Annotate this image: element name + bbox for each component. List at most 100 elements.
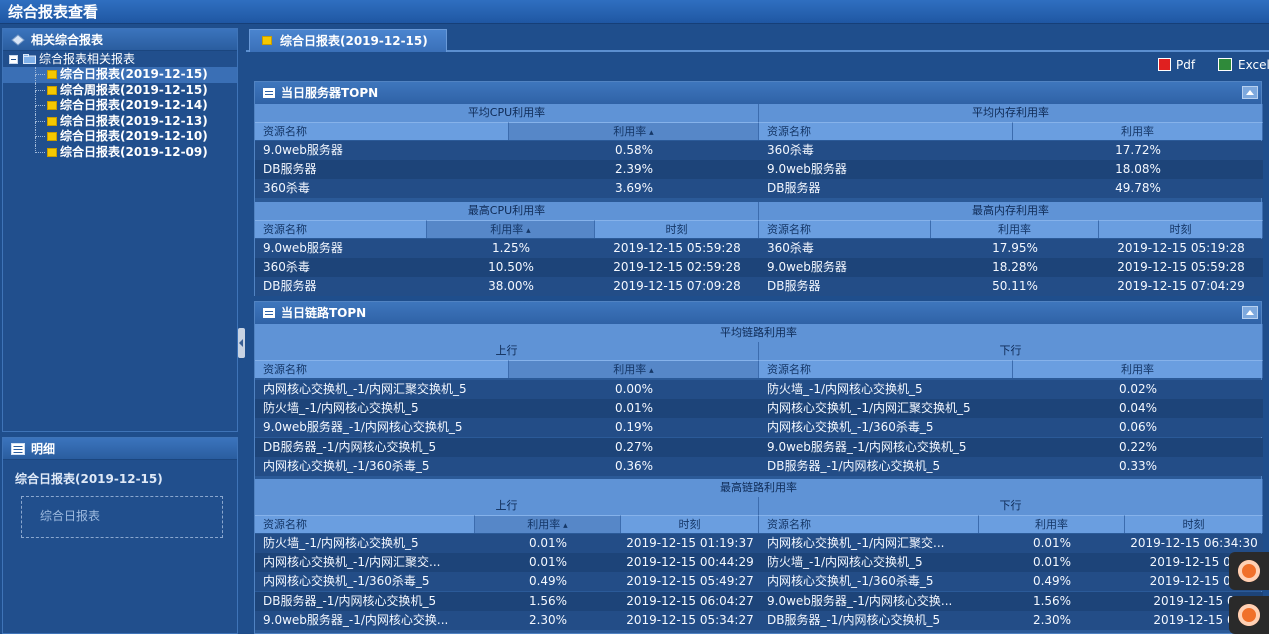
tree-root[interactable]: 综合报表相关报表 <box>3 51 237 67</box>
tree-item-report[interactable]: 综合日报表(2019-12-15) <box>3 67 237 83</box>
table-row[interactable]: 9.0web服务器 1.25% 2019-12-15 05:59:28 <box>255 239 759 258</box>
report-icon <box>47 116 57 126</box>
table-cell: 2019-12-15 00:44:29 <box>626 555 754 570</box>
tree-item-label: 综合日报表(2019-12-14) <box>60 98 208 113</box>
column-header[interactable]: 资源名称 <box>255 360 509 378</box>
table-row[interactable]: 内网核心交换机_-1/360杀毒_5 0.06% <box>759 418 1263 438</box>
table-cell: 1.25% <box>491 241 531 255</box>
column-header[interactable]: 时刻 <box>595 220 759 238</box>
table-row[interactable]: 防火墙_-1/内网核心交换机_5 0.02% <box>759 380 1263 399</box>
group-header: 下行 <box>759 497 1263 515</box>
table-row[interactable]: 防火墙_-1/内网核心交换机_5 0.01% 2019-12-15 01:19:37 <box>255 534 759 553</box>
collapse-section-button[interactable] <box>1242 306 1258 319</box>
table-row[interactable]: 9.0web服务器_-1/内网核心交换机_5 0.22% <box>759 437 1263 457</box>
table-cell: 9.0web服务器_-1/内网核心交换... <box>263 612 449 627</box>
collapse-icon[interactable] <box>9 55 18 64</box>
table-row[interactable]: 内网核心交换机_-1/360杀毒_5 0.49% 2019-12-15 05:49:… <box>255 572 759 592</box>
table-cell: 9.0web服务器_-1/内网核心交换机_5 <box>263 420 463 435</box>
column-header[interactable]: 资源名称 <box>255 515 475 533</box>
table-cell: 0.36% <box>614 458 654 473</box>
export-excel-button[interactable]: Excel <box>1218 57 1269 73</box>
detail-header: 明细 <box>3 438 237 460</box>
assistant-icon[interactable] <box>1229 552 1269 590</box>
column-header[interactable]: 时刻 <box>1125 515 1263 533</box>
collapse-section-button[interactable] <box>1242 86 1258 99</box>
column-header[interactable]: 利用率 <box>1013 360 1263 378</box>
column-header[interactable]: 利用率 <box>509 122 759 140</box>
table-cell: 0.27% <box>614 439 654 454</box>
tree-item-label: 综合周报表(2019-12-15) <box>60 82 208 97</box>
column-header[interactable]: 时刻 <box>1099 220 1263 238</box>
table-row[interactable]: 内网核心交换机_-1/360杀毒_5 0.36% <box>255 456 759 476</box>
table-cell: 2019-12-15 06:34:30 <box>1130 536 1258 550</box>
table-row[interactable]: 内网核心交换机_-1/内网汇聚交... 0.01% 2019-12-15 06:34… <box>759 534 1263 553</box>
table-cell: DB服务器_-1/内网核心交换机_5 <box>767 458 941 473</box>
export-pdf-button[interactable]: Pdf <box>1158 57 1206 73</box>
table-row[interactable]: 内网核心交换机_-1/内网汇聚交... 0.01% 2019-12-15 00:44… <box>255 553 759 573</box>
table-row[interactable]: 360杀毒 10.50% 2019-12-15 02:59:28 <box>255 258 759 278</box>
table-row[interactable]: 内网核心交换机_-1/360杀毒_5 0.49% 2019-12-15 06 <box>759 572 1263 592</box>
column-header[interactable]: 利用率 <box>427 220 595 238</box>
column-header[interactable]: 利用率 <box>1013 122 1263 140</box>
table-row[interactable]: 9.0web服务器 18.28% 2019-12-15 05:59:28 <box>759 258 1263 278</box>
group-header: 最高链路利用率 <box>255 479 1263 497</box>
table-cell: 2019-12-15 07:04:29 <box>1117 279 1245 294</box>
column-header[interactable]: 利用率 <box>979 515 1125 533</box>
table-row[interactable]: DB服务器 50.11% 2019-12-15 07:04:29 <box>759 277 1263 297</box>
table-cell: 0.01% <box>1032 555 1072 570</box>
collapse-sidebar-handle[interactable] <box>238 328 245 358</box>
table-row[interactable]: 防火墙_-1/内网核心交换机_5 0.01% <box>255 399 759 419</box>
table-row[interactable]: DB服务器 2.39% <box>255 160 759 180</box>
table-cell: 内网核心交换机_-1/360杀毒_5 <box>263 574 430 589</box>
table-row[interactable]: 9.0web服务器_-1/内网核心交换... 2.30% 2019-12-15 05… <box>255 610 759 630</box>
table-row[interactable]: DB服务器_-1/内网核心交换机_5 0.33% <box>759 456 1263 476</box>
tree-root-label: 综合报表相关报表 <box>39 52 136 66</box>
column-header[interactable]: 资源名称 <box>759 515 979 533</box>
table-cell: 内网核心交换机_-1/内网汇聚交换机_5 <box>767 401 971 416</box>
table-row[interactable]: DB服务器 38.00% 2019-12-15 07:09:28 <box>255 277 759 297</box>
table-row[interactable]: 360杀毒 17.72% <box>759 141 1263 160</box>
table-row[interactable]: 内网核心交换机_-1/内网汇聚交换机_5 0.04% <box>759 399 1263 419</box>
table-row[interactable]: 9.0web服务器_-1/内网核心交换... 1.56% 2019-12-15 0 <box>759 591 1263 611</box>
table-row[interactable]: 360杀毒 17.95% 2019-12-15 05:19:28 <box>759 239 1263 258</box>
table-cell: 内网核心交换机_-1/内网汇聚交... <box>767 536 945 550</box>
column-header[interactable]: 利用率 <box>931 220 1099 238</box>
tree-item-report[interactable]: 综合周报表(2019-12-15) <box>3 82 237 99</box>
table-cell: 17.95% <box>992 241 1038 255</box>
detail-report-link[interactable]: 综合日报表 <box>21 496 223 538</box>
column-header[interactable]: 资源名称 <box>759 220 931 238</box>
tree-item-report[interactable]: 综合日报表(2019-12-14) <box>3 98 237 115</box>
column-header[interactable]: 时刻 <box>621 515 759 533</box>
column-header[interactable]: 资源名称 <box>255 220 427 238</box>
tree-item-report[interactable]: 综合日报表(2019-12-09) <box>3 144 237 161</box>
report-icon <box>47 132 57 142</box>
table-row[interactable]: 360杀毒 3.69% <box>255 179 759 199</box>
table-cell: 9.0web服务器 <box>767 162 847 177</box>
table-row[interactable]: DB服务器_-1/内网核心交换机_5 1.56% 2019-12-15 06:04:… <box>255 591 759 611</box>
table-row[interactable]: 9.0web服务器_-1/内网核心交换机_5 0.19% <box>255 418 759 438</box>
column-header[interactable]: 利用率 <box>475 515 621 533</box>
table-row[interactable]: DB服务器 49.78% <box>759 179 1263 199</box>
link-topn-title: 当日链路TOPN <box>281 306 367 320</box>
tree-item-report[interactable]: 综合日报表(2019-12-13) <box>3 113 237 130</box>
assistant-icon[interactable] <box>1229 596 1269 634</box>
table-row[interactable]: 防火墙_-1/内网核心交换机_5 0.01% 2019-12-15 00 <box>759 553 1263 573</box>
table-cell: 0.01% <box>1032 536 1072 550</box>
table-row[interactable]: 9.0web服务器 0.58% <box>255 141 759 160</box>
table-cell: 0.58% <box>614 143 654 157</box>
table-row[interactable]: DB服务器_-1/内网核心交换机_5 2.30% 2019-12-15 0 <box>759 610 1263 630</box>
table-row[interactable]: 内网核心交换机_-1/内网汇聚交换机_5 0.00% <box>255 380 759 399</box>
tree-connector <box>35 144 45 153</box>
table-row[interactable]: 9.0web服务器 18.08% <box>759 160 1263 180</box>
column-header[interactable]: 资源名称 <box>759 122 1013 140</box>
column-header[interactable]: 利用率 <box>509 360 759 378</box>
group-header: 上行 <box>255 342 759 360</box>
tab-daily-report[interactable]: 综合日报表(2019-12-15) <box>249 29 447 52</box>
tree-item-report[interactable]: 综合日报表(2019-12-10) <box>3 129 237 146</box>
toolbar: Pdf Excel <box>246 54 1269 76</box>
column-header[interactable]: 资源名称 <box>255 122 509 140</box>
column-header[interactable]: 资源名称 <box>759 360 1013 378</box>
table-row[interactable]: DB服务器_-1/内网核心交换机_5 0.27% <box>255 437 759 457</box>
table-cell: 2019-12-15 01:19:37 <box>626 536 754 550</box>
table-cell: 内网核心交换机_-1/360杀毒_5 <box>767 574 934 589</box>
